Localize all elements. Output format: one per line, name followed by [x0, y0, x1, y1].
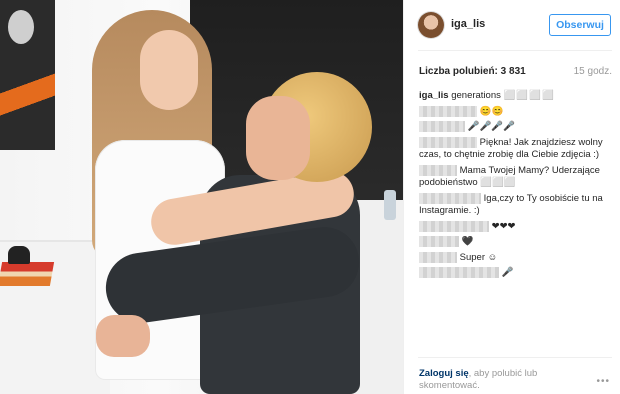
login-prompt: Zaloguj się, aby polubić lub skomentować…	[419, 368, 579, 392]
profile-avatar[interactable]	[418, 12, 444, 38]
photo-girl-face	[140, 30, 198, 110]
comment-item: Iga,czy to Ty osobiście tu na Instagrami…	[419, 192, 615, 218]
redacted-username[interactable]	[419, 121, 465, 133]
caption-text: generations	[451, 90, 501, 101]
comment-item: 🎤🎤🎤🎤	[419, 121, 615, 134]
redacted-username[interactable]	[419, 192, 481, 204]
comment-item: ❤❤❤	[419, 220, 615, 234]
comment-item: Super ☺	[419, 251, 615, 265]
comment-text: ❤❤❤	[491, 220, 516, 232]
comment-item: 🖤	[419, 236, 615, 249]
post-side-panel: iga_lis Obserwuj Liczba polubień: 3 831 …	[403, 0, 620, 394]
post-photo	[0, 0, 403, 394]
redacted-username[interactable]	[419, 136, 477, 148]
instagram-post-view: iga_lis Obserwuj Liczba polubień: 3 831 …	[0, 0, 620, 394]
comment-text: 😊😊	[479, 105, 504, 117]
footer-divider	[418, 357, 612, 358]
login-link[interactable]: Zaloguj się	[419, 368, 469, 379]
post-header: iga_lis Obserwuj	[418, 12, 612, 42]
photo-woman-hand	[96, 315, 150, 357]
redacted-username[interactable]	[419, 236, 459, 248]
photo-bottle	[384, 190, 396, 220]
header-divider	[418, 50, 612, 51]
photo-books	[0, 262, 55, 286]
caption-username[interactable]: iga_lis	[419, 90, 449, 101]
redacted-username[interactable]	[419, 105, 477, 117]
redacted-username[interactable]	[419, 267, 499, 279]
photo-painting	[0, 0, 55, 150]
comment-text: 🎤	[501, 267, 514, 279]
caption-suffix: ⬜⬜⬜⬜	[503, 90, 555, 101]
follow-button[interactable]: Obserwuj	[549, 14, 611, 36]
comment-item: Piękna! Jak znajdziesz wolny czas, to ch…	[419, 136, 615, 162]
photo-lamp	[8, 246, 30, 264]
comments-list: iga_lis generations ⬜⬜⬜⬜ 😊😊 🎤🎤🎤🎤 Piękna!…	[419, 90, 615, 283]
comment-text: 🎤🎤🎤🎤	[467, 121, 515, 133]
header-username[interactable]: iga_lis	[451, 18, 485, 30]
more-options-icon[interactable]: •••	[596, 376, 610, 387]
comment-item: Mama Twojej Mamy? Uderzające podobieństw…	[419, 164, 615, 190]
post-time[interactable]: 15 godz.	[574, 66, 612, 77]
caption: iga_lis generations ⬜⬜⬜⬜	[419, 90, 615, 103]
comment-item: 🎤	[419, 267, 615, 280]
comment-item: 😊😊	[419, 105, 615, 119]
redacted-username[interactable]	[419, 251, 457, 263]
likes-count[interactable]: Liczba polubień: 3 831	[419, 66, 526, 77]
redacted-username[interactable]	[419, 164, 457, 176]
comment-text: Super ☺	[459, 251, 498, 263]
redacted-username[interactable]	[419, 220, 489, 232]
photo-woman-face	[246, 96, 310, 180]
comment-text: 🖤	[461, 236, 474, 248]
